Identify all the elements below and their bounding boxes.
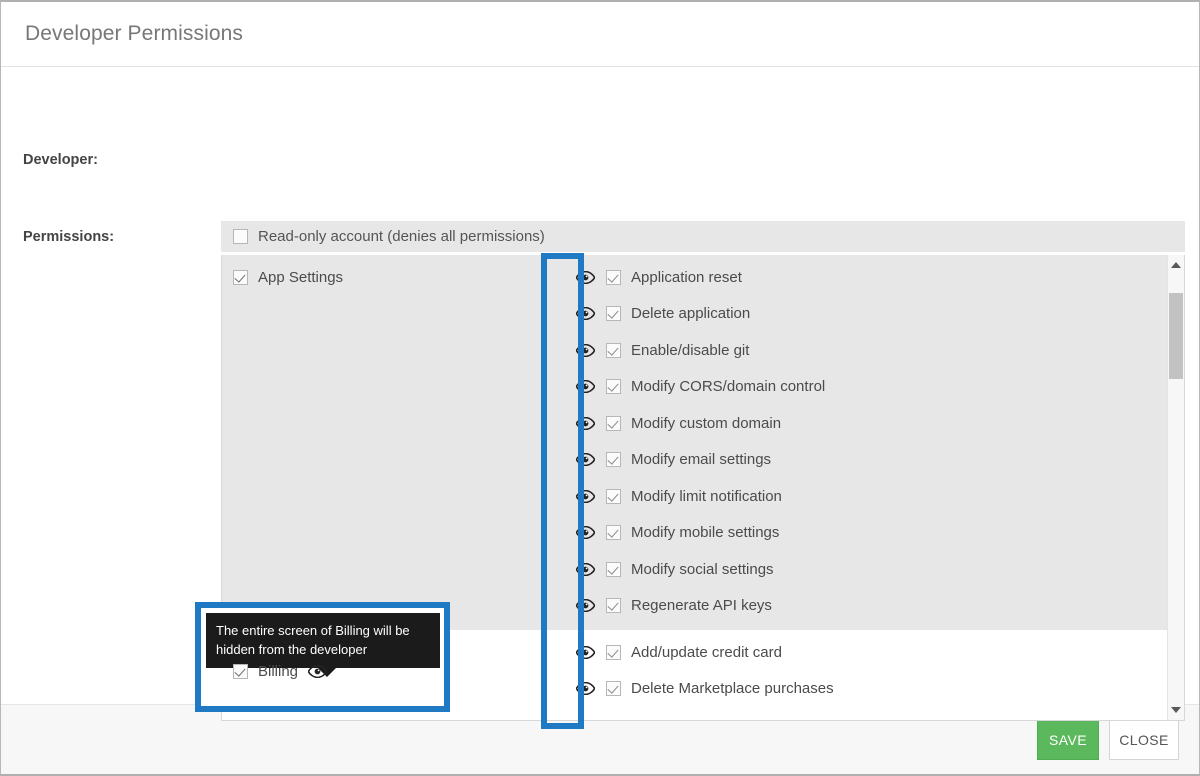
eye-toggle-cell[interactable] <box>564 599 606 613</box>
eye-toggle-cell[interactable] <box>564 682 606 696</box>
app-settings-checkbox[interactable] <box>233 269 248 285</box>
permissions-field-label: Permissions: <box>23 229 115 245</box>
eye-icon[interactable] <box>575 307 595 321</box>
permission-checkbox[interactable] <box>606 342 621 358</box>
scrollbar-thumb[interactable] <box>1169 293 1183 379</box>
page-title: Developer Permissions <box>25 22 244 45</box>
eye-toggle-cell[interactable] <box>564 343 606 357</box>
eye-toggle-cell[interactable] <box>564 453 606 467</box>
permission-checkbox[interactable] <box>606 306 621 322</box>
readonly-account-checkbox[interactable] <box>233 229 248 244</box>
permission-row[interactable]: Delete application <box>544 296 1184 333</box>
permission-row[interactable]: Modify social settings <box>544 551 1184 588</box>
eye-icon[interactable] <box>575 526 595 540</box>
permission-row[interactable]: Regenerate API keys <box>544 588 1184 625</box>
section-header-app-settings[interactable]: App Settings <box>233 264 544 290</box>
permission-checkbox[interactable] <box>606 269 621 285</box>
permission-label: Modify custom domain <box>631 414 782 432</box>
permission-row[interactable]: Application reset <box>544 259 1184 296</box>
eye-toggle-cell[interactable] <box>564 380 606 394</box>
permission-row[interactable]: Enable/disable git <box>544 332 1184 369</box>
permission-section-app-settings: App Settings Application reset Delete ap… <box>222 255 1184 630</box>
permission-checkbox[interactable] <box>606 415 621 431</box>
section-right-column: Add/update credit card Delete Marketplac… <box>544 630 1184 713</box>
developer-permissions-dialog: Developer Permissions Developer: Permiss… <box>0 0 1200 776</box>
readonly-account-row[interactable]: Read-only account (denies all permission… <box>221 221 1185 255</box>
billing-label: Billing <box>258 663 299 680</box>
permission-label: Modify mobile settings <box>631 524 780 542</box>
permission-checkbox[interactable] <box>606 681 621 697</box>
permission-checkbox[interactable] <box>606 488 621 504</box>
permission-label: Modify limit notification <box>631 487 782 505</box>
permission-row[interactable]: Delete Marketplace purchases <box>544 671 1184 708</box>
permission-label: Regenerate API keys <box>631 597 772 615</box>
dialog-header: Developer Permissions <box>1 2 1199 67</box>
permission-checkbox[interactable] <box>606 561 621 577</box>
billing-section-row[interactable]: Billing <box>233 663 328 680</box>
permission-label: Modify social settings <box>631 560 774 578</box>
billing-checkbox[interactable] <box>233 664 248 679</box>
scroll-up-button[interactable] <box>1168 257 1184 273</box>
permission-label: Application reset <box>631 268 742 286</box>
eye-icon[interactable] <box>575 682 595 696</box>
triangle-down-icon <box>1171 707 1181 713</box>
permission-checkbox[interactable] <box>606 598 621 614</box>
eye-toggle-cell[interactable] <box>564 416 606 430</box>
permission-label: Modify CORS/domain control <box>631 378 826 396</box>
permission-label: Enable/disable git <box>631 341 750 359</box>
permission-row[interactable]: Modify email settings <box>544 442 1184 479</box>
eye-toggle-cell[interactable] <box>564 562 606 576</box>
eye-toggle-cell[interactable] <box>564 489 606 503</box>
permission-row[interactable]: Modify mobile settings <box>544 515 1184 552</box>
permission-label: Add/update credit card <box>631 643 782 661</box>
eye-icon[interactable] <box>575 645 595 659</box>
eye-icon[interactable] <box>575 343 595 357</box>
readonly-account-label: Read-only account (denies all permission… <box>258 228 545 245</box>
eye-icon[interactable] <box>575 270 595 284</box>
eye-toggle-cell[interactable] <box>564 526 606 540</box>
permission-checkbox[interactable] <box>606 644 621 660</box>
permission-checkbox[interactable] <box>606 452 621 468</box>
eye-toggle-cell[interactable] <box>564 270 606 284</box>
section-left-column: App Settings <box>222 255 544 630</box>
eye-toggle-cell[interactable] <box>564 307 606 321</box>
triangle-up-icon <box>1171 262 1181 268</box>
permission-checkbox[interactable] <box>606 379 621 395</box>
billing-tooltip-text: The entire screen of Billing will be hid… <box>216 623 410 657</box>
permission-row[interactable]: Modify limit notification <box>544 478 1184 515</box>
eye-icon[interactable] <box>575 380 595 394</box>
eye-icon[interactable] <box>308 665 328 678</box>
permission-label: Delete Marketplace purchases <box>631 680 834 698</box>
eye-icon[interactable] <box>575 562 595 576</box>
permission-row[interactable]: Modify custom domain <box>544 405 1184 442</box>
app-settings-label: App Settings <box>258 268 344 286</box>
permission-row[interactable]: Modify CORS/domain control <box>544 369 1184 406</box>
permission-row[interactable]: Add/update credit card <box>544 634 1184 671</box>
permission-label: Modify email settings <box>631 451 772 469</box>
eye-toggle-cell[interactable] <box>564 645 606 659</box>
save-button[interactable]: SAVE <box>1037 719 1099 760</box>
dialog-body: Developer: Permissions: Read-only accoun… <box>1 67 1199 729</box>
eye-icon[interactable] <box>575 453 595 467</box>
scroll-down-button[interactable] <box>1168 702 1184 718</box>
permission-label: Delete application <box>631 305 751 323</box>
list-scrollbar[interactable] <box>1167 255 1184 720</box>
eye-icon[interactable] <box>575 489 595 503</box>
eye-icon[interactable] <box>575 599 595 613</box>
close-button[interactable]: CLOSE <box>1109 719 1179 760</box>
section-right-column: Application reset Delete application Ena… <box>544 255 1184 630</box>
permission-checkbox[interactable] <box>606 525 621 541</box>
eye-icon[interactable] <box>575 416 595 430</box>
developer-field-label: Developer: <box>23 152 98 168</box>
billing-tooltip: The entire screen of Billing will be hid… <box>206 613 440 677</box>
